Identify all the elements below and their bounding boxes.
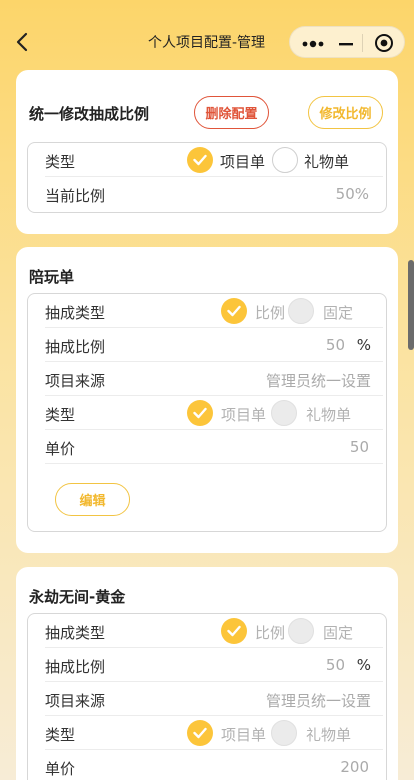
close-target-icon[interactable]	[374, 33, 394, 53]
commission-type-row: 抽成类型 比例 固定	[45, 614, 383, 648]
option-fixed: 固定	[323, 304, 354, 322]
source-value: 管理员统一设置	[265, 372, 371, 390]
option-project-order: 项目单	[221, 406, 267, 424]
type-row: 类型 项目单 礼物单	[45, 143, 383, 177]
price-row: 单价 50	[45, 430, 383, 464]
commission-type-row: 抽成类型 比例 固定	[45, 294, 383, 328]
commission-ratio-label: 抽成比例	[45, 338, 106, 356]
project-form-box: 抽成类型 比例 固定 抽成比例 50 % 项目来源 管理员统一设置 类型 项目单…	[27, 613, 387, 780]
project-card: 陪玩单 抽成类型 比例 固定 抽成比例 50 % 项目来源 管理员统一设置 类型…	[16, 247, 398, 553]
radio-fixed	[288, 298, 314, 324]
edit-ratio-button[interactable]: 修改比例	[308, 96, 383, 129]
page-title: 个人项目配置-管理	[148, 35, 266, 51]
price-value: 50	[349, 438, 369, 456]
current-ratio-value: 50%	[335, 185, 369, 203]
project-title: 永劫无间-黄金	[29, 588, 126, 606]
edit-button[interactable]: 编辑	[55, 483, 130, 516]
price-label: 单价	[45, 440, 76, 458]
project-card: 永劫无间-黄金 抽成类型 比例 固定 抽成比例 50 % 项目来源 管理员统一设…	[16, 567, 398, 780]
source-row: 项目来源 管理员统一设置	[45, 362, 383, 396]
commission-ratio-value: 50	[325, 336, 345, 354]
back-arrow-icon[interactable]	[12, 30, 34, 54]
source-label: 项目来源	[45, 372, 106, 390]
price-row: 单价 200	[45, 750, 383, 780]
scrollbar[interactable]	[408, 260, 414, 350]
commission-type-label: 抽成类型	[45, 304, 106, 322]
source-label: 项目来源	[45, 692, 106, 710]
minimize-icon[interactable]	[338, 36, 354, 50]
mini-program-capsule	[289, 26, 405, 58]
option-gift-order: 礼物单	[306, 406, 352, 424]
type-row: 类型 项目单 礼物单	[45, 716, 383, 750]
radio-project-order	[187, 400, 213, 426]
radio-project-order[interactable]	[187, 147, 213, 173]
project-form-box: 抽成类型 比例 固定 抽成比例 50 % 项目来源 管理员统一设置 类型 项目单…	[27, 293, 387, 532]
commission-ratio-row: 抽成比例 50 %	[45, 648, 383, 682]
commission-ratio-label: 抽成比例	[45, 658, 106, 676]
radio-gift-order	[271, 400, 297, 426]
percent-sign: %	[356, 656, 371, 674]
radio-ratio	[221, 298, 247, 324]
price-value: 200	[340, 758, 369, 776]
capsule-divider	[362, 34, 363, 52]
radio-ratio	[221, 618, 247, 644]
price-label: 单价	[45, 760, 76, 778]
percent-sign: %	[356, 336, 371, 354]
option-gift-order: 礼物单	[306, 726, 352, 744]
current-ratio-label: 当前比例	[45, 187, 106, 205]
option-gift-order[interactable]: 礼物单	[304, 151, 349, 172]
project-title: 陪玩单	[29, 268, 75, 286]
commission-ratio-value: 50	[325, 656, 345, 674]
more-icon[interactable]	[302, 36, 324, 50]
radio-gift-order	[271, 720, 297, 746]
type-label: 类型	[45, 153, 76, 171]
radio-gift-order[interactable]	[272, 147, 298, 173]
type-row: 类型 项目单 礼物单	[45, 396, 383, 430]
delete-config-button[interactable]: 删除配置	[194, 96, 269, 129]
radio-project-order	[187, 720, 213, 746]
source-value: 管理员统一设置	[265, 692, 371, 710]
commission-ratio-row: 抽成比例 50 %	[45, 328, 383, 362]
unified-form-box: 类型 项目单 礼物单 当前比例 50%	[27, 142, 387, 213]
type-label: 类型	[45, 406, 76, 424]
source-row: 项目来源 管理员统一设置	[45, 682, 383, 716]
card-title: 统一修改抽成比例	[29, 105, 150, 123]
option-ratio: 比例	[255, 304, 286, 322]
commission-type-label: 抽成类型	[45, 624, 106, 642]
unified-ratio-card: 统一修改抽成比例 删除配置 修改比例 类型 项目单 礼物单 当前比例 50%	[16, 70, 398, 234]
type-label: 类型	[45, 726, 76, 744]
nav-bar: 个人项目配置-管理	[0, 22, 414, 62]
ratio-row: 当前比例 50%	[45, 177, 383, 211]
option-ratio: 比例	[255, 624, 286, 642]
option-project-order[interactable]: 项目单	[220, 151, 265, 172]
option-project-order: 项目单	[221, 726, 267, 744]
option-fixed: 固定	[323, 624, 354, 642]
radio-fixed	[288, 618, 314, 644]
